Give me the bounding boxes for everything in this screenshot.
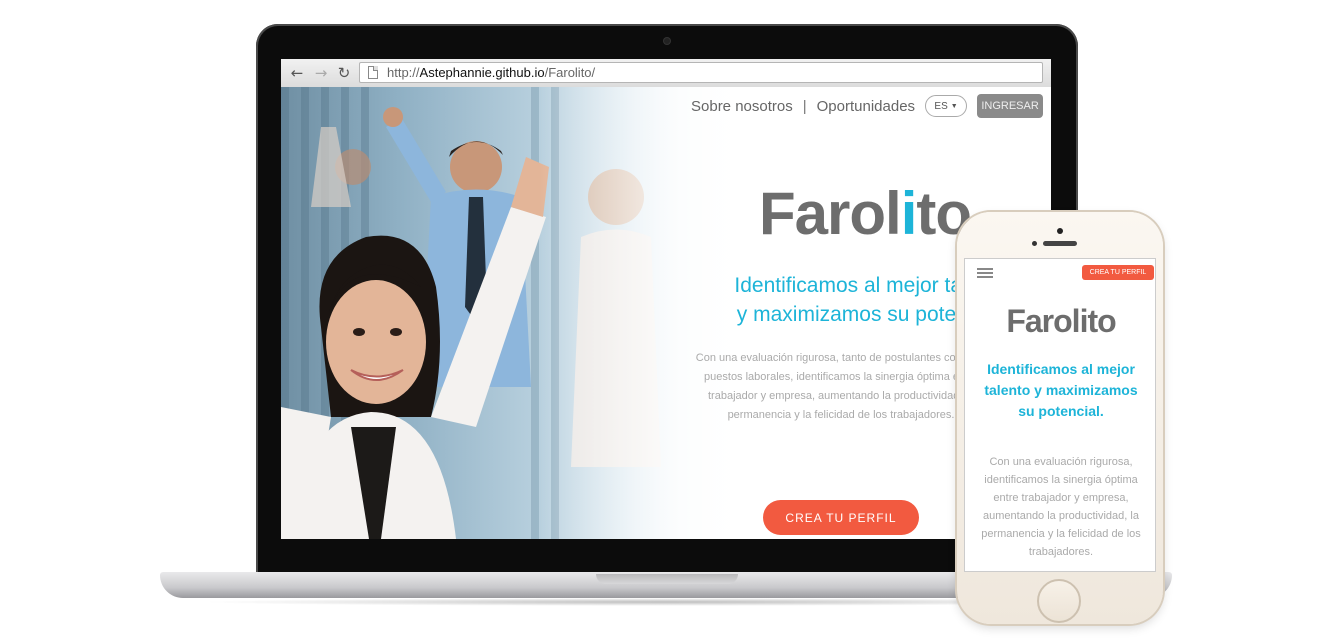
laptop-screen: ← → ↻ http://Astephannie.github.io/Farol… xyxy=(281,59,1051,539)
nav-opportunities-link[interactable]: Oportunidades xyxy=(817,98,915,115)
phone-screen: CREA TU PERFIL Farolito Identificamos al… xyxy=(964,258,1156,572)
mobile-headline: Identificamos al mejor talento y maximiz… xyxy=(984,361,1138,419)
caret-down-icon: ▼ xyxy=(950,102,958,110)
browser-toolbar: ← → ↻ http://Astephannie.github.io/Farol… xyxy=(281,59,1051,88)
phone-camera xyxy=(1032,241,1037,246)
page-icon xyxy=(368,66,378,79)
login-button[interactable]: INGRESAR xyxy=(977,94,1044,118)
nav-about-link[interactable]: Sobre nosotros xyxy=(691,98,793,115)
laptop-notch xyxy=(596,574,738,584)
farolito-logo: Farolito xyxy=(759,179,972,248)
phone-home-button[interactable] xyxy=(1037,579,1081,623)
url-path: /Farolito/ xyxy=(544,65,596,80)
nav-separator: | xyxy=(802,97,807,115)
create-profile-button[interactable]: CREA TU PERFIL xyxy=(763,500,919,535)
language-label: ES xyxy=(934,100,948,112)
language-select[interactable]: ES ▼ xyxy=(925,95,968,117)
back-button[interactable]: ← xyxy=(287,63,307,83)
mobile-create-profile-button[interactable]: CREA TU PERFIL xyxy=(1082,265,1154,280)
web-page: Sobre nosotros | Oportunidades ES ▼ INGRE… xyxy=(281,87,1051,539)
reload-button[interactable]: ↻ xyxy=(334,63,354,83)
arrow-left-icon: ← xyxy=(290,64,304,82)
phone-speaker xyxy=(1043,241,1077,246)
url-host: Astephannie.github.io xyxy=(419,65,545,80)
hamburger-menu-icon[interactable] xyxy=(977,268,993,278)
reload-icon: ↻ xyxy=(337,64,351,82)
laptop-camera xyxy=(664,38,670,44)
url-text: http://Astephannie.github.io/Farolito/ xyxy=(387,65,595,80)
arrow-right-icon: → xyxy=(314,64,328,82)
phone-sensor xyxy=(1057,228,1063,234)
hero-body-text: Con una evaluación rigurosa, tanto de po… xyxy=(695,352,987,421)
mobile-body-text: Con una evaluación rigurosa, identificam… xyxy=(981,456,1141,558)
mobile-farolito-logo: Farolito xyxy=(1006,303,1116,339)
address-bar[interactable]: http://Astephannie.github.io/Farolito/ xyxy=(359,62,1043,83)
url-prefix: http:// xyxy=(387,65,420,80)
forward-button[interactable]: → xyxy=(311,63,331,83)
top-nav: Sobre nosotros | Oportunidades ES ▼ INGRE… xyxy=(691,93,1044,119)
logo-text-prefix: Farol xyxy=(759,180,902,247)
logo-text-i: i xyxy=(900,180,918,247)
